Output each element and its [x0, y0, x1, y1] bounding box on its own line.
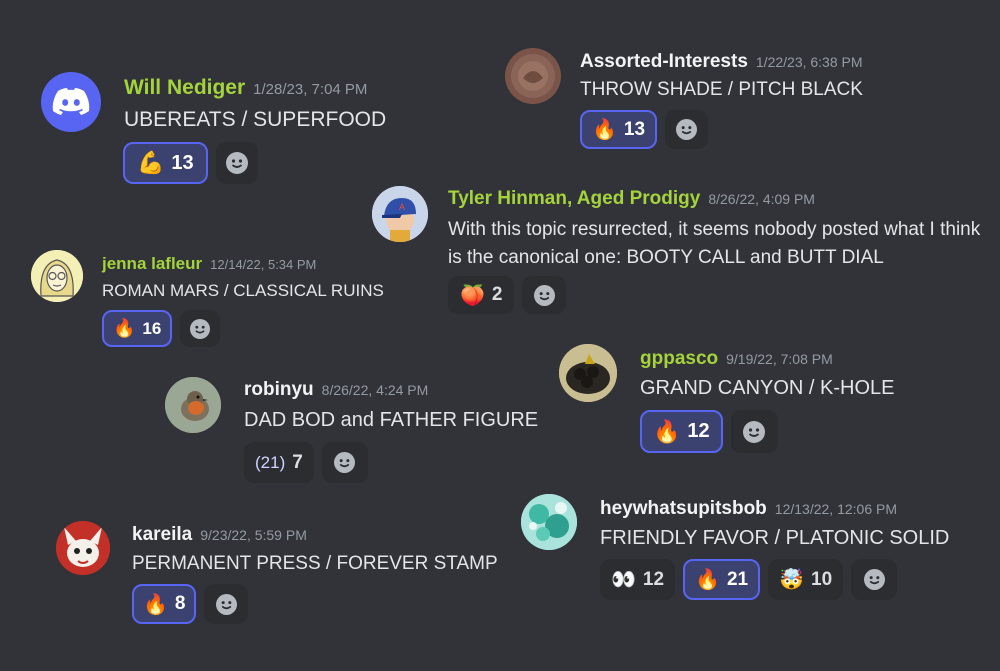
reaction-bar: 🔥 12	[640, 410, 778, 453]
reaction-bar: 👀 12 🔥 21 🤯 10	[600, 559, 898, 600]
reaction-count: 2	[491, 284, 503, 305]
fire-icon: 🔥	[653, 418, 681, 444]
reaction-bar: 💪 13	[123, 142, 258, 184]
reaction-custom-21[interactable]: (21) 7	[244, 442, 314, 483]
smiley-icon	[743, 420, 766, 443]
message-text: DAD BOD and FATHER FIGURE	[244, 409, 539, 431]
reaction-fire[interactable]: 🔥 8	[132, 584, 197, 624]
reaction-bar: 🔥 13	[580, 110, 709, 149]
fire-icon: 🔥	[592, 119, 617, 141]
reaction-bar: 🍑 2	[448, 276, 567, 314]
reaction-fire[interactable]: 🔥 13	[580, 110, 658, 149]
avatar[interactable]	[165, 377, 221, 433]
avatar[interactable]	[521, 494, 577, 550]
add-reaction-button[interactable]	[321, 442, 368, 483]
timestamp: 8/26/22, 4:09 PM	[708, 191, 815, 207]
author-name[interactable]: jenna lafleur	[102, 254, 202, 273]
add-reaction-button[interactable]	[180, 310, 221, 347]
author-name[interactable]: robinyu	[244, 379, 314, 400]
timestamp: 9/19/22, 7:08 PM	[726, 351, 833, 367]
fire-icon: 🔥	[695, 569, 720, 591]
smiley-icon	[334, 452, 356, 473]
drawn-face-avatar	[31, 250, 83, 302]
svg-text:A: A	[399, 203, 406, 213]
reaction-count: 10	[811, 568, 833, 590]
avatar[interactable]	[41, 72, 101, 132]
reaction-count: 12	[642, 568, 665, 590]
coin-avatar	[505, 48, 561, 104]
add-reaction-button[interactable]	[204, 584, 249, 624]
avatar[interactable]	[31, 250, 83, 302]
flexed-biceps-icon: 💪	[137, 150, 165, 175]
smiley-icon	[215, 593, 237, 615]
message-text: ROMAN MARS / CLASSICAL RUINS	[102, 281, 384, 300]
author-name[interactable]: Tyler Hinman, Aged Prodigy	[448, 188, 700, 209]
avatar[interactable]	[56, 521, 110, 575]
timestamp: 9/23/22, 5:59 PM	[200, 527, 307, 543]
custom-21-emoji: (21)	[255, 452, 286, 472]
fox-character-avatar	[56, 521, 110, 575]
add-reaction-button[interactable]	[730, 410, 778, 453]
fire-icon: 🔥	[143, 593, 168, 616]
reaction-peach[interactable]: 🍑 2	[448, 276, 515, 314]
reaction-count: 8	[174, 593, 186, 614]
timestamp: 12/14/22, 5:34 PM	[210, 257, 317, 272]
message-text: THROW SHADE / PITCH BLACK	[580, 79, 863, 100]
add-reaction-button[interactable]	[522, 276, 567, 314]
reaction-count: 13	[171, 151, 194, 174]
exploding-head-icon: 🤯	[779, 569, 804, 591]
message-text: FRIENDLY FAVOR / PLATONIC SOLID	[600, 527, 950, 549]
timestamp: 12/13/22, 12:06 PM	[774, 501, 897, 517]
reaction-eyes[interactable]: 👀 12	[600, 559, 676, 600]
reaction-fire[interactable]: 🔥 12	[640, 410, 723, 453]
robin-bird-avatar	[165, 377, 221, 433]
fire-icon: 🔥	[113, 318, 136, 338]
cookies-bowl-avatar	[559, 344, 617, 402]
smiley-icon	[863, 569, 885, 590]
eyes-icon: 👀	[611, 569, 636, 591]
reaction-count: 7	[292, 451, 303, 473]
avatar[interactable]	[505, 48, 561, 104]
peach-icon: 🍑	[460, 284, 485, 307]
add-reaction-button[interactable]	[851, 559, 898, 600]
reaction-exploding-head[interactable]: 🤯 10	[768, 559, 844, 600]
smiley-icon	[533, 284, 555, 306]
splatter-avatar	[521, 494, 577, 550]
author-name[interactable]: gppasco	[640, 348, 718, 369]
reaction-fire[interactable]: 🔥 16	[102, 310, 173, 347]
reaction-bar: 🔥 16	[102, 310, 221, 347]
timestamp: 1/28/23, 7:04 PM	[253, 81, 368, 98]
discord-logo-icon	[52, 88, 90, 115]
author-name[interactable]: kareila	[132, 524, 192, 545]
author-name[interactable]: Will Nediger	[124, 76, 245, 99]
reaction-fire[interactable]: 🔥 21	[683, 559, 761, 600]
message-text: With this topic resurrected, it seems no…	[448, 219, 981, 268]
reaction-flexed-biceps[interactable]: 💪 13	[123, 142, 208, 184]
message-text: GRAND CANYON / K-HOLE	[640, 377, 895, 399]
author-name[interactable]: Assorted-Interests	[580, 51, 748, 72]
add-reaction-button[interactable]	[665, 110, 709, 149]
avatar[interactable]: A	[372, 186, 428, 242]
timestamp: 8/26/22, 4:24 PM	[321, 382, 429, 398]
smiley-icon	[190, 318, 211, 339]
reaction-count: 16	[142, 318, 162, 338]
timestamp: 1/22/23, 6:38 PM	[755, 54, 863, 70]
author-name[interactable]: heywhatsupitsbob	[600, 498, 767, 519]
reaction-bar: 🔥 8	[132, 584, 249, 624]
reaction-count: 21	[726, 568, 749, 590]
reaction-bar: (21) 7	[244, 442, 368, 483]
smiley-icon	[676, 119, 698, 140]
message-text: PERMANENT PRESS / FOREVER STAMP	[132, 553, 498, 574]
add-reaction-button[interactable]	[215, 142, 258, 184]
baseball-cap-avatar: A	[372, 186, 428, 242]
reaction-count: 13	[623, 118, 646, 140]
reaction-count: 12	[687, 420, 710, 442]
message-text: UBEREATS / SUPERFOOD	[124, 108, 387, 131]
smiley-icon	[225, 152, 248, 174]
avatar[interactable]	[559, 344, 617, 402]
